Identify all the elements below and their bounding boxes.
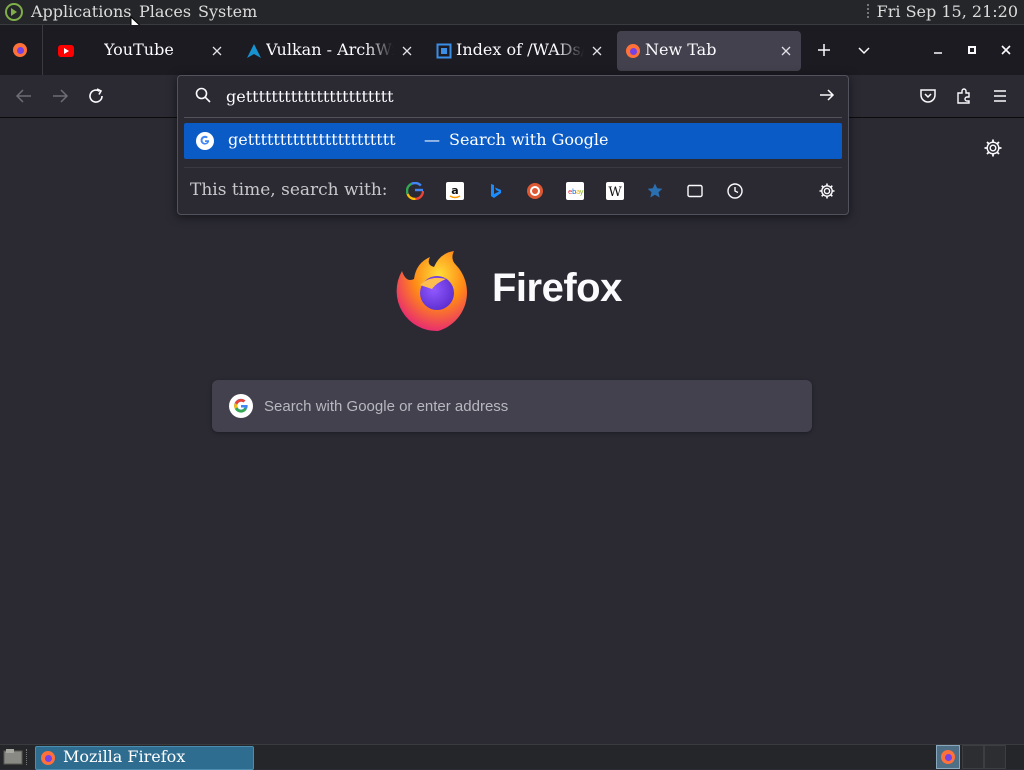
close-tab-icon[interactable] — [400, 44, 414, 58]
firefox-logo-icon — [396, 251, 467, 332]
menu-applications[interactable]: Applications — [31, 2, 131, 21]
maximize-icon[interactable] — [964, 42, 980, 58]
firefox-icon — [13, 43, 27, 57]
tab-youtube[interactable]: YouTube — [48, 31, 232, 71]
minimize-icon[interactable] — [930, 42, 946, 58]
back-arrow-icon[interactable] — [12, 84, 36, 108]
one-off-search-row: This time, search with: a ebay W — [178, 168, 848, 212]
svg-text:y: y — [580, 188, 584, 196]
new-tab-icon[interactable] — [816, 42, 832, 58]
go-arrow-icon[interactable] — [818, 86, 836, 104]
tab-bar: YouTube Vulkan - ArchWiki Index of /WADs… — [0, 25, 1024, 75]
taskbar-label: Mozilla Firefox — [63, 747, 186, 766]
ebay-icon[interactable]: ebay — [566, 182, 584, 200]
page-icon — [436, 43, 452, 59]
forward-arrow-icon[interactable] — [48, 84, 72, 108]
google-icon — [229, 394, 253, 418]
amazon-icon[interactable]: a — [446, 182, 464, 200]
panel-drag-handle[interactable] — [864, 4, 872, 20]
urlbar-input[interactable] — [226, 84, 786, 108]
workspace-switcher[interactable] — [936, 745, 960, 769]
firefox-view-button[interactable] — [0, 25, 43, 75]
reload-icon[interactable] — [84, 84, 108, 108]
bookmarks-star-icon[interactable] — [646, 182, 664, 200]
tabs-icon[interactable] — [686, 182, 704, 200]
tab-label: New Tab — [645, 40, 717, 59]
workspace-2[interactable] — [962, 745, 984, 769]
firefox-icon — [625, 43, 641, 59]
extensions-puzzle-icon[interactable] — [952, 84, 976, 108]
tab-index-of-wads[interactable]: Index of /WADs/ — [428, 31, 612, 71]
bing-icon[interactable] — [486, 182, 504, 200]
menu-places[interactable]: Places — [139, 2, 191, 21]
close-tab-icon[interactable] — [590, 44, 604, 58]
search-settings-gear-icon[interactable] — [818, 182, 836, 200]
tab-label: Vulkan - ArchWiki — [266, 40, 394, 59]
youtube-icon — [58, 43, 74, 59]
top-panel: Applications Places System Fri Sep 15, 2… — [0, 0, 1024, 34]
svg-text:W: W — [608, 185, 622, 200]
one-off-label: This time, search with: — [190, 180, 388, 200]
suggestion-separator: — — [424, 130, 440, 149]
close-window-icon[interactable] — [998, 42, 1014, 58]
hamburger-menu-icon[interactable] — [988, 84, 1012, 108]
google-icon — [196, 132, 214, 150]
gnome-foot-icon[interactable] — [4, 2, 24, 22]
taskbar-button-firefox[interactable]: Mozilla Firefox — [35, 746, 254, 770]
suggestion-action: Search with Google — [449, 130, 609, 149]
urlbar-input-row — [178, 76, 848, 116]
customize-gear-icon[interactable] — [983, 138, 1003, 158]
google-icon[interactable] — [406, 182, 424, 200]
svg-text:a: a — [451, 184, 458, 197]
tab-vulkan-archwiki[interactable]: Vulkan - ArchWiki — [238, 31, 422, 71]
search-suggestion-row[interactable]: gettttttttttttttttttttttt — Search with … — [184, 123, 842, 159]
divider — [184, 117, 842, 118]
firefox-icon — [40, 750, 56, 766]
tab-label: YouTube — [104, 40, 174, 59]
history-clock-icon[interactable] — [726, 182, 744, 200]
clock[interactable]: Fri Sep 15, 21:20 — [877, 2, 1018, 21]
close-tab-icon[interactable] — [779, 44, 793, 58]
arch-linux-icon — [246, 43, 262, 59]
bottom-panel: Mozilla Firefox — [0, 744, 1024, 770]
duckduckgo-icon[interactable] — [526, 182, 544, 200]
suggestion-text: gettttttttttttttttttttttt — [228, 130, 396, 149]
close-tab-icon[interactable] — [210, 44, 224, 58]
tab-new-tab[interactable]: New Tab — [617, 31, 801, 71]
wikipedia-icon[interactable]: W — [606, 182, 624, 200]
list-all-tabs-icon[interactable] — [856, 42, 872, 58]
search-icon — [194, 86, 212, 104]
workspace-3[interactable] — [984, 745, 1006, 769]
panel-separator — [26, 749, 30, 765]
newtab-search-input[interactable] — [264, 394, 784, 418]
urlbar-popup: gettttttttttttttttttttttt — Search with … — [177, 75, 849, 215]
newtab-search-box[interactable] — [212, 380, 812, 432]
tab-label: Index of /WADs/ — [456, 40, 584, 59]
menu-system[interactable]: System — [198, 2, 257, 21]
show-desktop-icon[interactable] — [3, 748, 23, 766]
pocket-icon[interactable] — [916, 84, 940, 108]
firefox-wordmark: Firefox — [492, 266, 622, 310]
firefox-icon — [941, 750, 955, 764]
